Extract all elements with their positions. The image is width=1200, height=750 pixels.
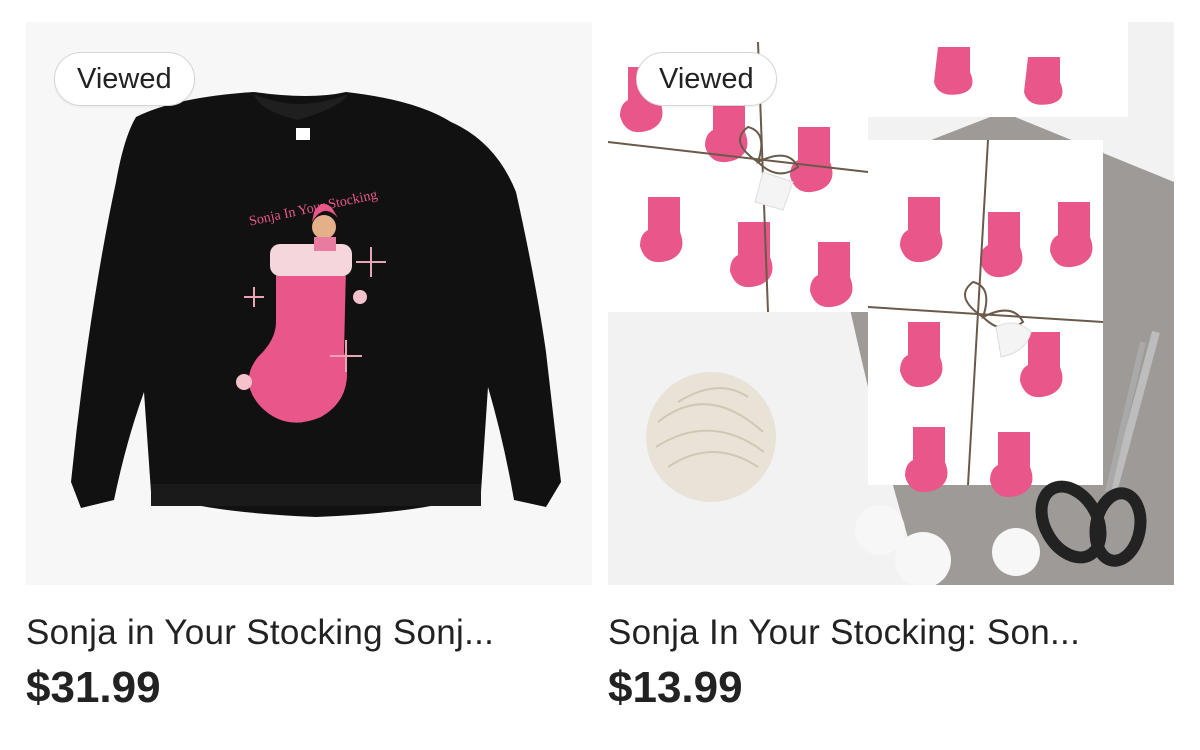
listing-image-sweater[interactable]: Sonja In Your Stocking Viewed: [26, 22, 592, 585]
listing-price: $13.99: [608, 663, 743, 712]
listing-card-sweater[interactable]: Sonja In Your Stocking Viewed Sonja in Y…: [26, 22, 592, 713]
wrapping-paper-image: [608, 22, 1174, 585]
viewed-badge: Viewed: [54, 52, 195, 106]
viewed-badge: Viewed: [636, 52, 777, 106]
listing-card-wrapping-paper[interactable]: Viewed Sonja In Your Stocking: Son... $1…: [608, 22, 1174, 713]
bottom-divider: [0, 740, 1200, 750]
listing-title[interactable]: Sonja In Your Stocking: Son...: [608, 613, 1168, 653]
listing-price: $31.99: [26, 663, 161, 712]
listing-image-wrapping-paper[interactable]: Viewed: [608, 22, 1174, 585]
listing-title[interactable]: Sonja in Your Stocking Sonj...: [26, 613, 586, 653]
sweater-image: Sonja In Your Stocking: [26, 22, 592, 585]
